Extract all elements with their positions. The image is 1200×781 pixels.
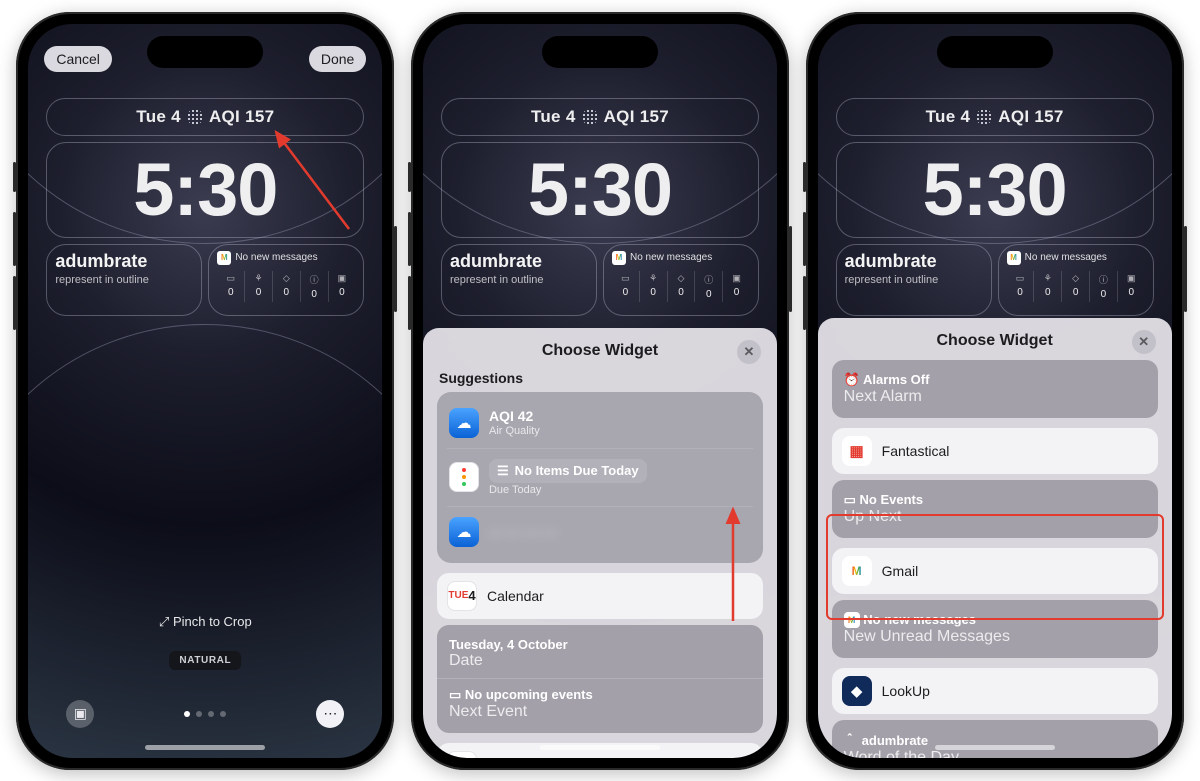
aqi-text: AQI 157 (209, 107, 274, 127)
alarms-widget[interactable]: ⏰ Alarms Off Next Alarm (832, 364, 1158, 414)
fantastical-noevents-widget[interactable]: ▭ No Events Up Next (832, 484, 1158, 534)
weather-icon: ☁ (449, 408, 479, 438)
gmail-widget[interactable]: M No new messages ▭0 ⚘0 ◇0 ⓘ0 ▣0 (603, 244, 759, 316)
suggestions-label: Suggestions (439, 370, 761, 386)
photos-button[interactable]: ▣ (66, 700, 94, 728)
sheet-title: Choose Widget (936, 332, 1052, 349)
word-subtitle: represent in outline (55, 274, 193, 286)
home-indicator[interactable] (540, 745, 660, 750)
aqi-icon (187, 109, 203, 125)
word-title: adumbrate (55, 251, 193, 272)
gmail-widget[interactable]: M No new messages ▭0 ⚘0 ◇0 ⓘ0 ▣0 (998, 244, 1154, 316)
done-button[interactable]: Done (309, 46, 366, 72)
date-widget-slot[interactable]: Tue 4 AQI 157 (46, 98, 364, 136)
pinch-hint: ⤢ Pinch to Crop (28, 614, 382, 630)
suggestion-weather[interactable]: ☁ — — — — (447, 506, 753, 553)
close-button[interactable]: ✕ (737, 340, 761, 364)
pager[interactable] (184, 711, 226, 717)
app-gmail[interactable]: M Gmail (832, 548, 1158, 594)
gmail-unread-widget[interactable]: M No new messages New Unread Messages (832, 604, 1158, 655)
weather-icon: ☁ (449, 517, 479, 547)
screen-3: Tue 4 AQI 157 5:30 adumbrate represent i… (818, 24, 1172, 758)
gmail-widget[interactable]: M No new messages ▭0 ⚘0 ◇0 ⓘ0 ▣0 (208, 244, 364, 316)
word-widget[interactable]: adumbrate represent in outline (441, 244, 597, 316)
gmail-widget-header: No new messages (235, 252, 317, 263)
word-widget[interactable]: adumbrate represent in outline (836, 244, 992, 316)
calendar-icon: TUE4 (447, 581, 477, 611)
clock-icon: 🕐 (447, 751, 477, 758)
date-widget-slot[interactable]: Tue 4 AQI 157 (441, 98, 759, 136)
screen-2: Tue 4 AQI 157 5:30 adumbrate represent i… (423, 24, 777, 758)
phone-1: Cancel Done Tue 4 AQI 157 5:30 adumbrate… (16, 12, 394, 770)
gmail-icon: M (842, 556, 872, 586)
date-text: Tue 4 (136, 107, 181, 127)
phone-3: Tue 4 AQI 157 5:30 adumbrate represent i… (806, 12, 1184, 770)
app-fantastical[interactable]: ▦ Fantastical (832, 428, 1158, 474)
aqi-icon (976, 109, 992, 125)
choose-widget-sheet[interactable]: Choose Widget ✕ ⏰ Alarms Off Next Alarm … (818, 318, 1172, 758)
cancel-button[interactable]: Cancel (44, 46, 112, 72)
reminders-icon (449, 462, 479, 492)
calendar-events-widget[interactable]: ▭ No upcoming events Next Event (437, 678, 763, 729)
home-indicator[interactable] (145, 745, 265, 750)
dynamic-island (542, 36, 658, 68)
aqi-icon (582, 109, 598, 125)
home-indicator[interactable] (935, 745, 1055, 750)
calendar-date-widget[interactable]: Tuesday, 4 October Date (437, 629, 763, 678)
screen-1: Cancel Done Tue 4 AQI 157 5:30 adumbrate… (28, 24, 382, 758)
choose-widget-sheet[interactable]: Choose Widget ✕ Suggestions ☁ AQI 42 Air… (423, 328, 777, 758)
fantastical-icon: ▦ (842, 436, 872, 466)
app-calendar[interactable]: TUE4 Calendar (437, 573, 763, 619)
style-badge[interactable]: NATURAL (169, 651, 241, 670)
suggestions-card: ☁ AQI 42 Air Quality ☰No Items Due Today… (437, 392, 763, 563)
app-lookup[interactable]: ◆ LookUp (832, 668, 1158, 714)
word-widget[interactable]: adumbrate represent in outline (46, 244, 202, 316)
dynamic-island (937, 36, 1053, 68)
time-slot[interactable]: 5:30 (441, 142, 759, 238)
time-slot[interactable]: 5:30 (46, 142, 364, 238)
crop-icon: ⤢ (159, 614, 169, 629)
calendar-widgets: Tuesday, 4 October Date ▭ No upcoming ev… (437, 625, 763, 733)
dynamic-island (147, 36, 263, 68)
lookup-word-widget[interactable]: ＾adumbrate Word of the Day (832, 724, 1158, 757)
suggestion-reminders[interactable]: ☰No Items Due Today Due Today (447, 448, 753, 502)
more-button[interactable]: ⋯ (316, 700, 344, 728)
time-slot[interactable]: 5:30 (836, 142, 1154, 238)
suggestion-aqi[interactable]: ☁ AQI 42 Air Quality (447, 402, 753, 444)
gmail-widgets-card: M No new messages New Unread Messages (832, 600, 1158, 659)
lookup-icon: ◆ (842, 676, 872, 706)
sheet-title: Choose Widget (542, 342, 658, 359)
phone-2: Tue 4 AQI 157 5:30 adumbrate represent i… (411, 12, 789, 770)
close-button[interactable]: ✕ (1132, 330, 1156, 354)
date-widget-slot[interactable]: Tue 4 AQI 157 (836, 98, 1154, 136)
